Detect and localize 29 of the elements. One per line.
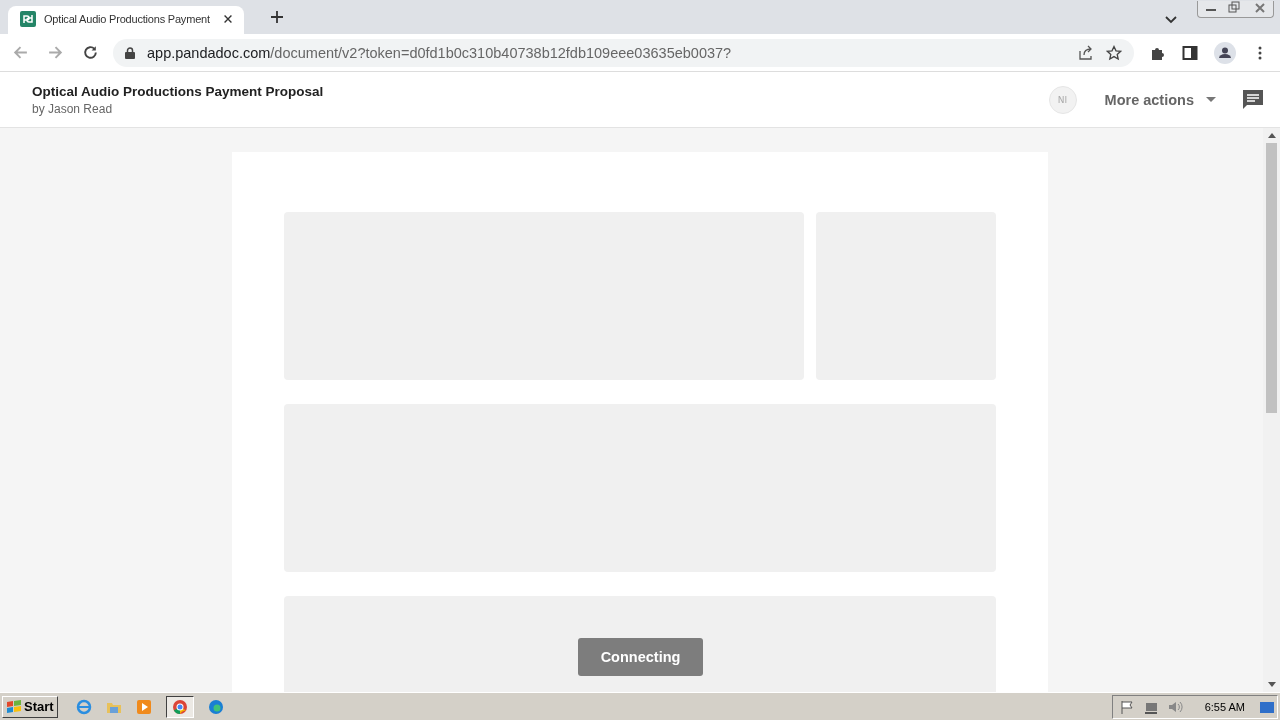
flag-icon[interactable] <box>1118 698 1135 715</box>
side-panel-icon[interactable] <box>1182 44 1198 61</box>
app-logo-icon <box>20 10 36 27</box>
chrome-icon <box>171 698 188 715</box>
address-bar[interactable]: app.pandadoc.com/document/v2?token=d0fd1b0c310b40738b12fdb109eee03635eb0037? <box>113 38 1134 67</box>
document-title: Optical Audio Productions Payment Proposal <box>32 83 324 99</box>
lock-icon <box>125 46 135 59</box>
window-controls[interactable] <box>1197 1 1274 18</box>
caret-icon <box>1206 97 1216 102</box>
taskbar-button[interactable] <box>165 695 194 718</box>
comment-icon[interactable] <box>1242 88 1264 111</box>
share-icon[interactable] <box>1078 44 1094 61</box>
browser-tab[interactable]: Optical Audio Productions Payment <box>8 6 244 34</box>
reload-icon[interactable] <box>82 44 99 61</box>
windows-logo-icon <box>6 699 22 714</box>
document-author: by Jason Read <box>32 101 114 116</box>
more-actions-button[interactable]: More actions <box>1104 87 1216 112</box>
edge-icon[interactable] <box>207 698 224 715</box>
profile-icon[interactable] <box>1214 41 1236 64</box>
scrollbar[interactable] <box>1263 128 1280 692</box>
chevron-down-icon[interactable] <box>1165 16 1177 24</box>
start-button[interactable]: Start <box>2 695 58 718</box>
new-tab-icon[interactable] <box>270 10 284 24</box>
connecting-toast: Connecting <box>578 638 703 676</box>
scroll-up-icon[interactable] <box>1267 133 1276 138</box>
star-icon[interactable] <box>1106 44 1122 61</box>
scroll-down-icon[interactable] <box>1267 682 1276 687</box>
clock[interactable]: 6:55 AM <box>1204 700 1245 713</box>
tab-title: Optical Audio Productions Payment <box>44 12 211 25</box>
